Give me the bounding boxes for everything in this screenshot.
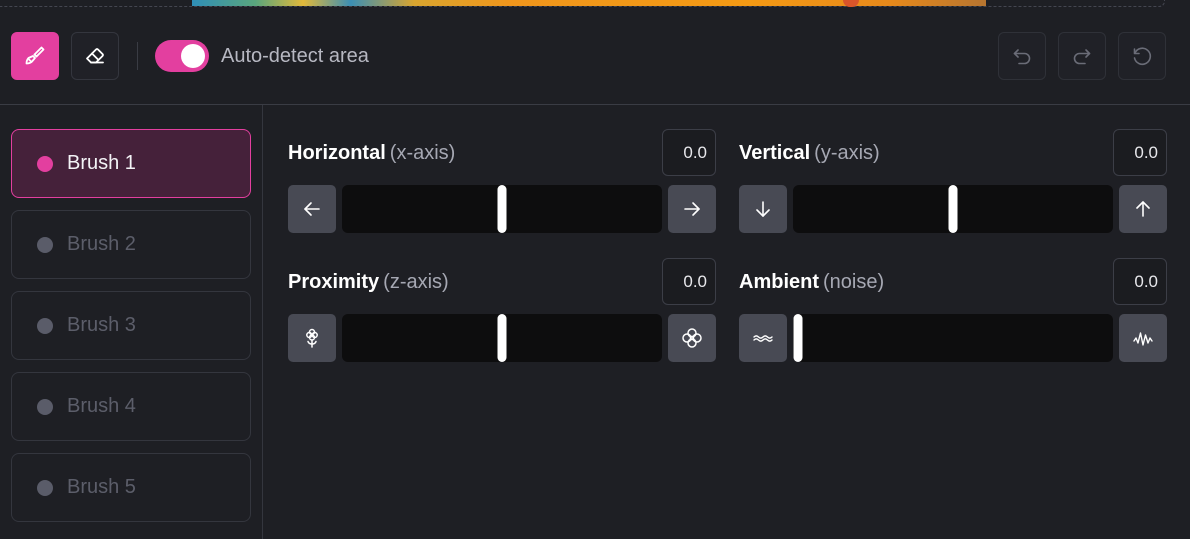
control-title: Ambient (noise) bbox=[739, 271, 884, 294]
horizontal-decrease-button[interactable] bbox=[288, 185, 336, 233]
brush-label: Brush 3 bbox=[67, 314, 136, 336]
brush-tool-button[interactable] bbox=[11, 32, 59, 80]
arrow-left-icon bbox=[304, 202, 320, 216]
control-title-sub: (y-axis) bbox=[814, 142, 880, 164]
control-title-main: Proximity bbox=[288, 271, 380, 293]
ambient-control: Ambient (noise) 0.0 bbox=[739, 258, 1167, 364]
auto-detect-toggle[interactable] bbox=[155, 40, 209, 72]
brush-list: Brush 1 Brush 2 Brush 3 Brush 4 Brush 5 bbox=[0, 105, 263, 539]
toggle-knob bbox=[181, 44, 205, 68]
horizontal-slider-track[interactable] bbox=[342, 185, 662, 233]
paintbrush-icon bbox=[25, 46, 45, 65]
vertical-value-input[interactable]: 0.0 bbox=[1113, 129, 1167, 176]
ambient-slider-thumb[interactable] bbox=[793, 314, 803, 362]
arrow-down-icon bbox=[756, 201, 770, 217]
ambient-value-input[interactable]: 0.0 bbox=[1113, 258, 1167, 305]
vertical-decrease-button[interactable] bbox=[739, 185, 787, 233]
wave-low-icon bbox=[753, 335, 773, 342]
proximity-value-input[interactable]: 0.0 bbox=[662, 258, 716, 305]
brush-color-dot bbox=[37, 155, 53, 172]
horizontal-control: Horizontal (x-axis) 0.0 bbox=[288, 129, 716, 235]
toolbar-divider bbox=[137, 42, 138, 70]
control-title: Vertical (y-axis) bbox=[739, 142, 880, 165]
brush-color-dot bbox=[37, 398, 53, 415]
eraser-tool-button[interactable] bbox=[71, 32, 119, 80]
horizontal-value-input[interactable]: 0.0 bbox=[662, 129, 716, 176]
brush-item-4[interactable]: Brush 4 bbox=[11, 372, 251, 441]
ambient-decrease-button[interactable] bbox=[739, 314, 787, 362]
reset-button[interactable] bbox=[1118, 32, 1166, 80]
control-title: Proximity (z-axis) bbox=[288, 271, 449, 294]
control-title: Horizontal (x-axis) bbox=[288, 142, 455, 165]
flower-small-icon bbox=[306, 328, 318, 348]
ambient-slider-track[interactable] bbox=[793, 314, 1113, 362]
auto-detect-label: Auto-detect area bbox=[221, 45, 369, 67]
brush-color-dot bbox=[37, 479, 53, 496]
brush-label: Brush 5 bbox=[67, 476, 136, 498]
proximity-control: Proximity (z-axis) 0.0 bbox=[288, 258, 716, 364]
redo-icon bbox=[1073, 49, 1091, 65]
vertical-control: Vertical (y-axis) 0.0 bbox=[739, 129, 1167, 235]
image-preview-strip bbox=[0, 0, 1190, 8]
proximity-increase-button[interactable] bbox=[668, 314, 716, 362]
brush-item-5[interactable]: Brush 5 bbox=[11, 453, 251, 522]
proximity-slider-track[interactable] bbox=[342, 314, 662, 362]
control-title-sub: (z-axis) bbox=[383, 271, 449, 293]
arrow-up-icon bbox=[1136, 201, 1150, 217]
toolbar: Auto-detect area bbox=[0, 32, 1190, 80]
arrow-right-icon bbox=[684, 202, 700, 216]
reset-icon bbox=[1133, 47, 1152, 66]
image-preview bbox=[192, 0, 986, 6]
horizontal-slider-thumb[interactable] bbox=[497, 185, 507, 233]
control-title-sub: (x-axis) bbox=[389, 142, 456, 164]
eraser-icon bbox=[86, 48, 104, 64]
brush-color-dot bbox=[37, 236, 53, 253]
proximity-slider-thumb[interactable] bbox=[497, 314, 507, 362]
control-title-main: Vertical bbox=[739, 142, 811, 164]
brush-label: Brush 4 bbox=[67, 395, 136, 417]
redo-button[interactable] bbox=[1058, 32, 1106, 80]
control-title-main: Ambient bbox=[739, 271, 819, 293]
wave-high-icon bbox=[1133, 332, 1153, 346]
flower-large-icon bbox=[682, 328, 702, 348]
undo-icon bbox=[1013, 49, 1031, 65]
brush-label: Brush 1 bbox=[67, 152, 136, 174]
control-title-main: Horizontal bbox=[288, 142, 386, 164]
proximity-decrease-button[interactable] bbox=[288, 314, 336, 362]
ambient-increase-button[interactable] bbox=[1119, 314, 1167, 362]
undo-button[interactable] bbox=[998, 32, 1046, 80]
vertical-slider-thumb[interactable] bbox=[948, 185, 958, 233]
brush-label: Brush 2 bbox=[67, 233, 136, 255]
brush-item-2[interactable]: Brush 2 bbox=[11, 210, 251, 279]
vertical-slider-track[interactable] bbox=[793, 185, 1113, 233]
vertical-increase-button[interactable] bbox=[1119, 185, 1167, 233]
brush-item-3[interactable]: Brush 3 bbox=[11, 291, 251, 360]
brush-item-1[interactable]: Brush 1 bbox=[11, 129, 251, 198]
horizontal-increase-button[interactable] bbox=[668, 185, 716, 233]
brush-color-dot bbox=[37, 317, 53, 334]
control-title-sub: (noise) bbox=[823, 271, 885, 293]
